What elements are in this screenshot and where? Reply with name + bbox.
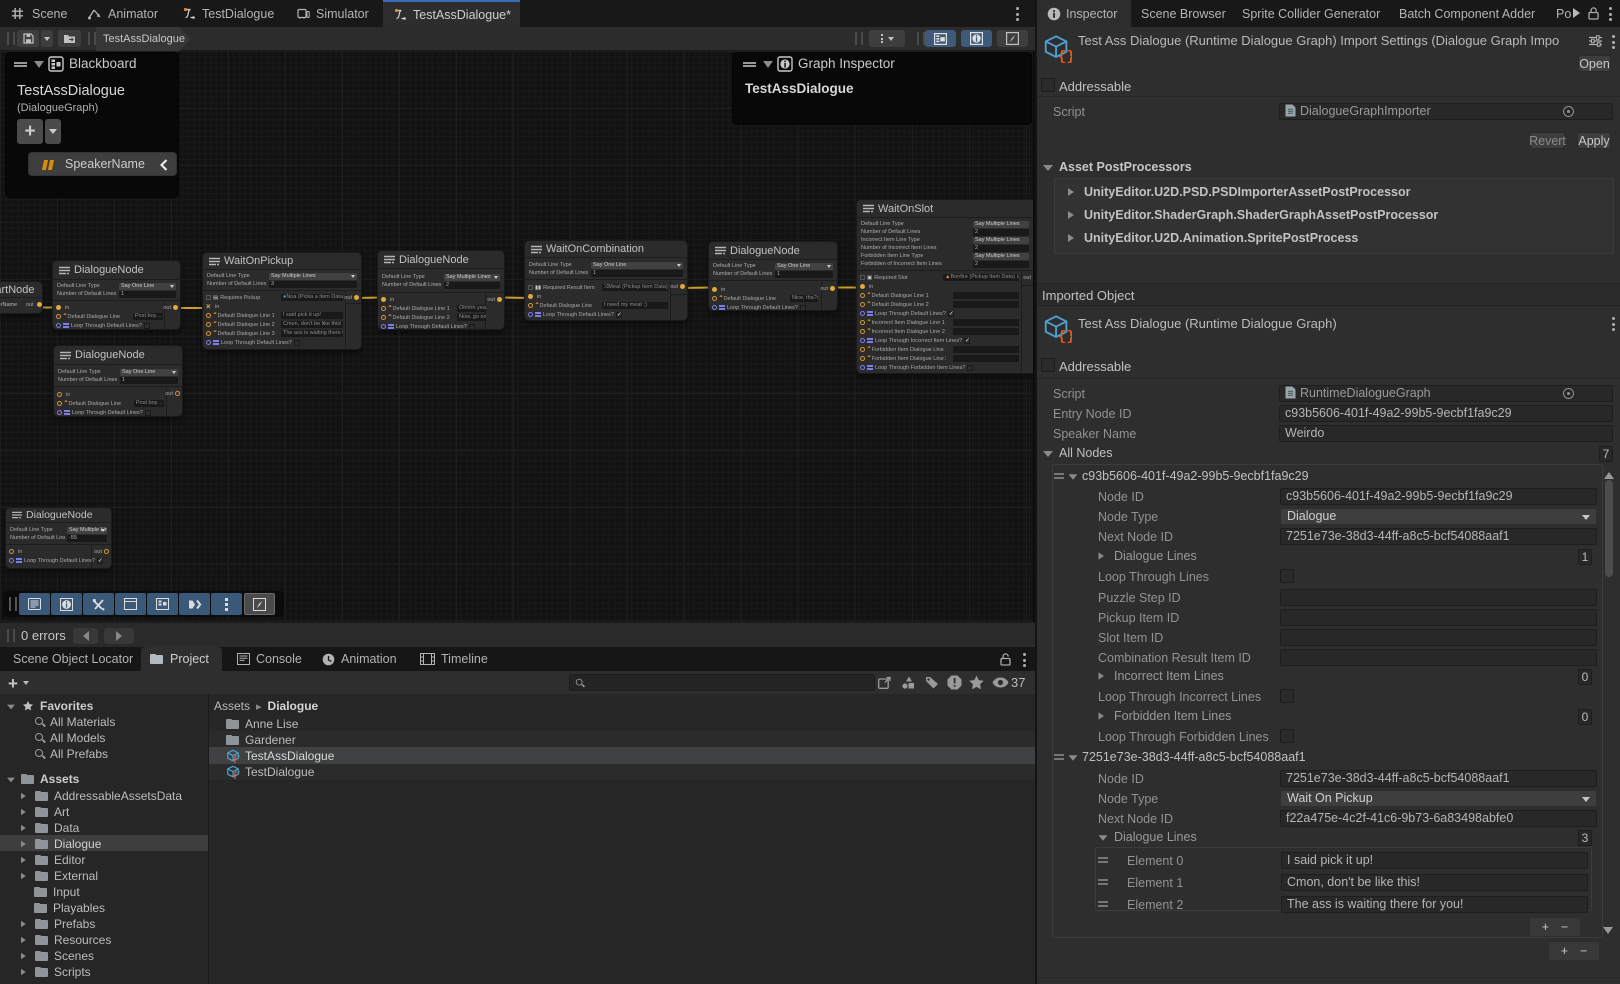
svg-text:{}: {} [1058, 329, 1072, 343]
svg-text:{}: {} [233, 771, 240, 779]
svg-text:{}: {} [233, 755, 240, 763]
svg-text:{}: {} [1058, 49, 1072, 63]
